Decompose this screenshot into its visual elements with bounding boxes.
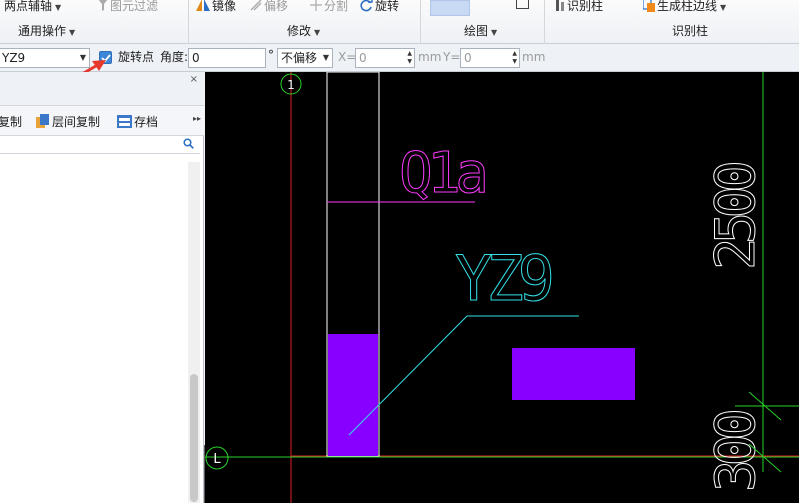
general-ops-group-label: 通用操作 <box>18 24 67 38</box>
offset-mode-select[interactable]: 不偏移 ▼ <box>277 48 333 68</box>
generate-column-edge-button[interactable]: 生成柱边线 ▼ <box>642 0 727 15</box>
split-button[interactable]: 分割 <box>310 0 348 14</box>
ribbon-divider <box>188 0 189 44</box>
filter-icon <box>98 0 108 14</box>
scrollbar[interactable] <box>188 162 200 503</box>
draw-tool-button[interactable] <box>430 0 470 16</box>
floor-copy-button[interactable]: 层间复制 <box>36 113 100 131</box>
y-offset-value: 0 <box>464 51 472 65</box>
y-unit: mm <box>522 50 546 64</box>
mirror-button[interactable]: 镜像 <box>196 0 236 14</box>
identify-column-label: 识别柱 <box>567 0 604 13</box>
ribbon-divider <box>544 0 545 44</box>
left-panel: × 复制 层间复制 存档 ▸▸ <box>0 72 204 503</box>
column-edge-icon <box>642 0 655 15</box>
mirror-label: 镜像 <box>212 0 237 13</box>
chevron-down-icon: ▼ <box>491 28 498 37</box>
identify-column-icon <box>555 0 565 14</box>
rotate-point-checkbox[interactable] <box>99 51 112 64</box>
option-bar: YZ9 ▼ 旋转点 角度: 0 ° 不偏移 ▼ X= 0 ▲ ▼ mm Y= 0 … <box>0 44 799 72</box>
angle-input-value: 0 <box>192 51 200 65</box>
drawing-svg: 1 L Q1a YZ9 2500 300 <box>205 72 799 503</box>
draw-group-button[interactable]: 绘图 ▼ <box>464 22 497 39</box>
angle-input[interactable]: 0 <box>188 48 266 68</box>
column-label: YZ9 <box>455 242 555 315</box>
y-label: Y= <box>443 50 461 64</box>
draw-group-label: 绘图 <box>464 24 489 38</box>
offset-icon <box>250 0 262 14</box>
close-icon[interactable]: × <box>190 74 198 85</box>
x-label: X= <box>338 50 357 64</box>
identify-column-button[interactable]: 识别柱 <box>555 0 603 14</box>
more-tools-icon[interactable]: ▸▸ <box>193 114 201 123</box>
ribbon-divider <box>420 0 421 44</box>
chevron-down-icon: ▼ <box>79 53 86 62</box>
rotate-button[interactable]: 旋转 <box>360 0 399 15</box>
x-unit: mm <box>418 50 442 64</box>
chevron-down-icon: ▼ <box>322 53 329 62</box>
chevron-down-icon: ▼ <box>69 28 76 37</box>
archive-icon <box>117 114 132 131</box>
split-icon <box>310 0 322 14</box>
rotate-icon <box>360 0 373 15</box>
search-input[interactable] <box>0 136 200 154</box>
spinner-arrows-icon[interactable]: ▲ ▼ <box>512 50 517 66</box>
spinner-arrows-icon[interactable]: ▲ ▼ <box>407 50 412 66</box>
axis-bubble-left-label: L <box>213 452 221 467</box>
archive-label: 存档 <box>134 115 159 129</box>
generate-column-edge-label: 生成柱边线 <box>657 0 718 13</box>
dimension-text-bottom: 300 <box>704 408 767 492</box>
modify-group-button[interactable]: 修改 ▼ <box>287 22 320 39</box>
check-icon <box>101 54 111 63</box>
component-select-value: YZ9 <box>2 51 26 65</box>
component-select[interactable]: YZ9 ▼ <box>0 48 90 68</box>
split-label: 分割 <box>324 0 349 13</box>
search-icon[interactable] <box>183 138 194 152</box>
two-point-aux-axis-label: 两点辅轴 <box>4 0 53 13</box>
archive-button[interactable]: 存档 <box>117 113 158 131</box>
x-offset-value: 0 <box>359 51 367 65</box>
dimension-text-top: 2500 <box>704 160 767 270</box>
floor-copy-label: 层间复制 <box>52 115 101 129</box>
column-yz9[interactable] <box>328 334 378 456</box>
wall-label: Q1a <box>399 141 489 206</box>
angle-label: 角度: <box>160 50 189 64</box>
axis-bubble-top-label: 1 <box>287 78 295 92</box>
offset-label: 偏移 <box>264 0 289 13</box>
floor-copy-icon <box>36 114 50 131</box>
offset-mode-value: 不偏移 <box>281 51 318 65</box>
general-ops-group-button[interactable]: 通用操作 ▼ <box>18 22 75 39</box>
identify-column-group-label: 识别柱 <box>672 24 709 38</box>
mirror-icon <box>196 0 210 14</box>
chevron-down-icon: ▼ <box>55 3 62 12</box>
element-filter-button[interactable]: 图元过滤 <box>98 0 158 14</box>
panel-toolbar: 复制 层间复制 存档 ▸▸ <box>0 106 204 136</box>
draw-rect-icon[interactable] <box>516 0 529 9</box>
rotate-point-label: 旋转点 <box>118 50 155 64</box>
copy-button[interactable]: 复制 <box>0 113 22 130</box>
chevron-down-icon: ▼ <box>720 3 727 12</box>
two-point-aux-axis-button[interactable]: 两点辅轴 ▼ <box>4 0 61 14</box>
ribbon: 两点辅轴▼ 图元过滤 通用操作▼ 镜像 偏移 分割 旋转 修改▼ 绘图▼ <box>0 0 799 44</box>
chevron-down-icon: ▼ <box>314 28 321 37</box>
offset-button[interactable]: 偏移 <box>250 0 288 14</box>
modify-group-label: 修改 <box>287 24 312 38</box>
y-offset-input[interactable]: 0 ▲ ▼ <box>460 48 520 68</box>
degree-unit: ° <box>268 48 274 62</box>
column-block[interactable] <box>512 348 635 400</box>
scrollbar-thumb[interactable] <box>190 374 198 502</box>
copy-label: 复制 <box>0 115 23 129</box>
panel-header: × <box>0 72 204 106</box>
element-filter-label: 图元过滤 <box>110 0 159 13</box>
rotate-label: 旋转 <box>375 0 400 13</box>
drawing-canvas[interactable]: 1 L Q1a YZ9 2500 300 <box>205 72 799 503</box>
x-offset-input[interactable]: 0 ▲ ▼ <box>355 48 415 68</box>
